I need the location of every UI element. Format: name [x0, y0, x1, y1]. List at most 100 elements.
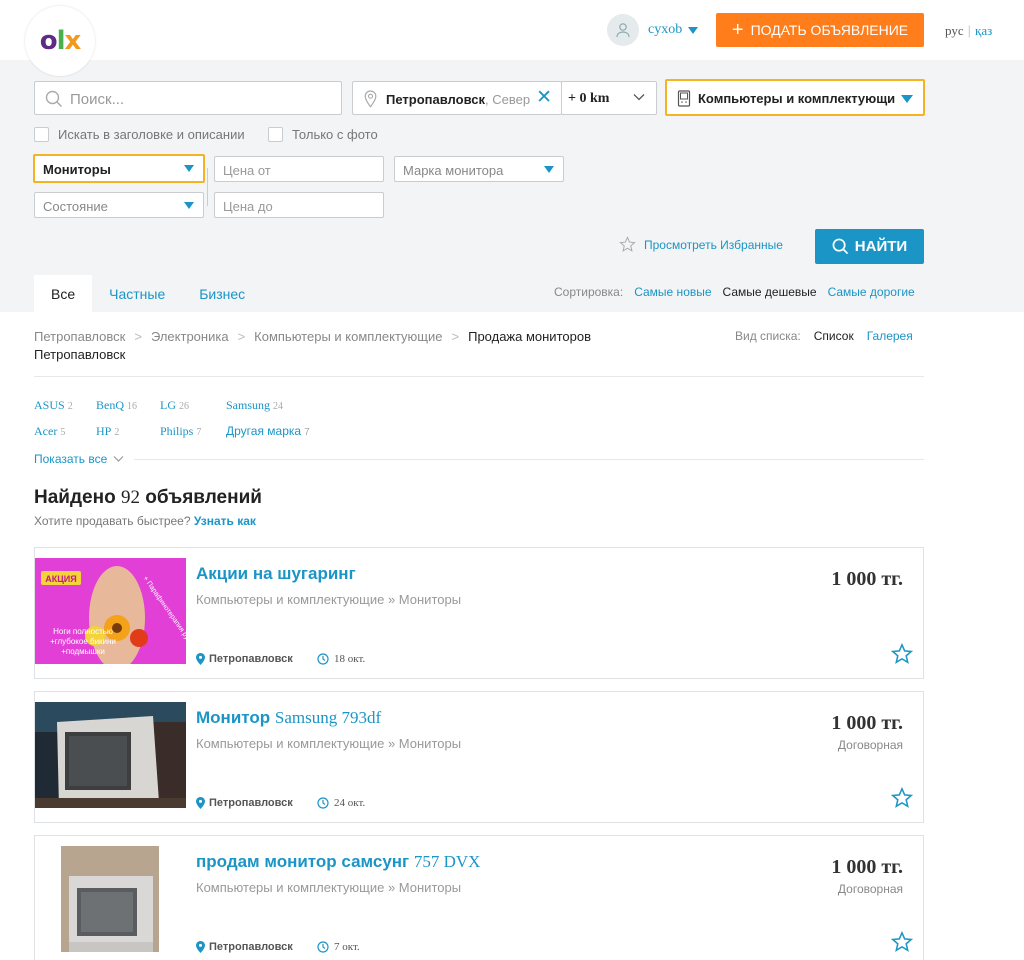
listing-title[interactable]: продам монитор самсунг 757 DVX — [196, 852, 480, 872]
search-panel: Поиск... Петропавловск, Север ✕ + 0 km К… — [0, 60, 1024, 312]
location-pin-icon — [364, 90, 377, 108]
brand-link[interactable]: HP 2 — [96, 424, 119, 439]
checkbox-photo-only[interactable]: Только с фото — [268, 127, 378, 142]
star-outline-icon — [619, 236, 636, 252]
results-count-heading: Найдено 92 объявлений — [34, 487, 262, 508]
breadcrumb-current: Продажа мониторов — [468, 329, 591, 344]
clear-icon[interactable]: ✕ — [536, 88, 552, 107]
svg-text:Ноги полностью: Ноги полностью — [53, 627, 113, 636]
brand-link[interactable]: LG 26 — [160, 398, 189, 413]
listing-card[interactable]: продам монитор самсунг 757 DVX Компьютер… — [34, 835, 924, 960]
user-icon — [607, 14, 639, 46]
lang-ru[interactable]: рус — [945, 23, 964, 38]
breadcrumb-item[interactable]: Компьютеры и комплектующие — [254, 329, 442, 344]
find-button[interactable]: НАЙТИ — [815, 229, 924, 264]
checkbox-box[interactable] — [34, 127, 49, 142]
sort-cheapest[interactable]: Самые дешевые — [723, 285, 817, 299]
star-outline-icon[interactable] — [891, 931, 913, 953]
listing-price: 1 000 тг. — [831, 856, 903, 878]
search-icon — [832, 238, 848, 255]
city-input[interactable]: Петропавловск, Север ✕ — [352, 81, 562, 115]
brand-link[interactable]: Acer 5 — [34, 424, 65, 439]
checkbox-box[interactable] — [268, 127, 283, 142]
price-range-bracket — [207, 168, 213, 206]
listing-location: Петропавловск — [196, 653, 293, 665]
listing-location: Петропавловск — [196, 941, 293, 953]
breadcrumb-item[interactable]: Электроника — [151, 329, 229, 344]
search-placeholder: Поиск... — [70, 91, 125, 108]
location-pin-icon — [196, 797, 205, 809]
brand-link[interactable]: Другая марка 7 — [226, 424, 310, 438]
sort-expensive[interactable]: Самые дорогие — [828, 285, 915, 299]
listing-card[interactable]: Монитор Samsung 793df Компьютеры и компл… — [34, 691, 924, 823]
user-name: cyxob — [648, 22, 683, 37]
condition-select[interactable]: Состояние — [34, 192, 204, 218]
brand-select[interactable]: Марка монитора — [394, 156, 564, 182]
category-select[interactable]: Компьютеры и комплектующи — [665, 79, 925, 116]
view-list[interactable]: Список — [814, 329, 854, 343]
sort-options: Сортировка: Самые новые Самые дешевые Са… — [554, 285, 915, 299]
view-favorites-link[interactable]: Просмотреть Избранные — [619, 236, 783, 253]
listing-title[interactable]: Акции на шугаринг — [196, 564, 356, 584]
olx-logo[interactable]: olx — [25, 6, 95, 76]
listing-category: Компьютеры и комплектующие » Мониторы — [196, 736, 462, 751]
listing-title[interactable]: Монитор Samsung 793df — [196, 708, 381, 728]
brand-link[interactable]: BenQ 16 — [96, 398, 137, 413]
logo-text: olx — [39, 26, 82, 56]
listing-date: 7 окт. — [317, 941, 360, 953]
brand-link[interactable]: ASUS 2 — [34, 398, 73, 413]
chevron-down-icon — [633, 94, 645, 101]
learn-how-link[interactable]: Узнать как — [194, 514, 256, 528]
divider — [34, 376, 924, 377]
star-outline-icon[interactable] — [891, 643, 913, 665]
sort-label: Сортировка: — [554, 285, 624, 299]
svg-text:+подмышки: +подмышки — [61, 647, 105, 656]
listing-thumbnail[interactable] — [35, 846, 186, 952]
show-all-brands[interactable]: Показать все — [34, 452, 124, 466]
price-from-input[interactable]: Цена от — [214, 156, 384, 182]
tab-business[interactable]: Бизнес — [182, 275, 262, 312]
dropdown-arrow-icon — [901, 95, 913, 103]
radius-select[interactable]: + 0 km — [561, 81, 657, 115]
price-to-input[interactable]: Цена до — [214, 192, 384, 218]
location-pin-icon — [196, 941, 205, 953]
post-ad-button[interactable]: + ПОДАТЬ ОБЪЯВЛЕНИЕ — [716, 13, 924, 47]
chevron-down-icon — [113, 456, 124, 462]
listing-date: 18 окт. — [317, 653, 365, 665]
condition-value: Состояние — [43, 199, 108, 214]
listing-card[interactable]: АКЦИЯ + Парафинотерапия рук в подарок Но… — [34, 547, 924, 679]
clock-icon — [317, 941, 329, 953]
listing-thumbnail[interactable]: АКЦИЯ + Парафинотерапия рук в подарок Но… — [35, 558, 186, 664]
city-value: Петропавловск, Север — [386, 92, 531, 107]
checkbox-title-description[interactable]: Искать в заголовке и описании — [34, 127, 245, 142]
listing-category: Компьютеры и комплектующие » Мониторы — [196, 880, 462, 895]
view-gallery[interactable]: Галерея — [867, 329, 913, 343]
search-icon — [45, 90, 62, 107]
plus-icon: + — [731, 19, 744, 41]
subcategory-select[interactable]: Мониторы — [33, 154, 205, 183]
breadcrumb: Петропавловск > Электроника > Компьютеры и к… — [34, 328, 734, 364]
brand-link[interactable]: Samsung 24 — [226, 398, 283, 413]
search-input[interactable]: Поиск... — [34, 81, 342, 115]
find-label: НАЙТИ — [854, 238, 908, 255]
brand-link[interactable]: Philips 7 — [160, 424, 201, 439]
listing-negotiable: Договорная — [837, 738, 903, 752]
tab-all[interactable]: Все — [34, 275, 93, 312]
lang-kz[interactable]: қаз — [975, 23, 992, 38]
price-from-placeholder: Цена от — [223, 163, 271, 178]
user-menu[interactable]: cyxob — [607, 14, 699, 46]
checkbox-label: Искать в заголовке и описании — [58, 127, 245, 142]
listing-negotiable: Договорная — [837, 882, 903, 896]
listing-location: Петропавловск — [196, 797, 293, 809]
listing-thumbnail[interactable] — [35, 702, 186, 808]
clock-icon — [317, 797, 329, 809]
phone-category-icon — [677, 90, 691, 107]
post-ad-label: ПОДАТЬ ОБЪЯВЛЕНИЕ — [750, 22, 909, 38]
listing-category: Компьютеры и комплектующие » Мониторы — [196, 592, 462, 607]
tab-private[interactable]: Частные — [92, 275, 182, 312]
listing-price: 1 000 тг. — [831, 712, 903, 734]
sort-newest[interactable]: Самые новые — [634, 285, 711, 299]
star-outline-icon[interactable] — [891, 787, 913, 809]
seller-tabs: Все Частные Бизнес — [34, 275, 262, 312]
breadcrumb-item[interactable]: Петропавловск — [34, 329, 125, 344]
